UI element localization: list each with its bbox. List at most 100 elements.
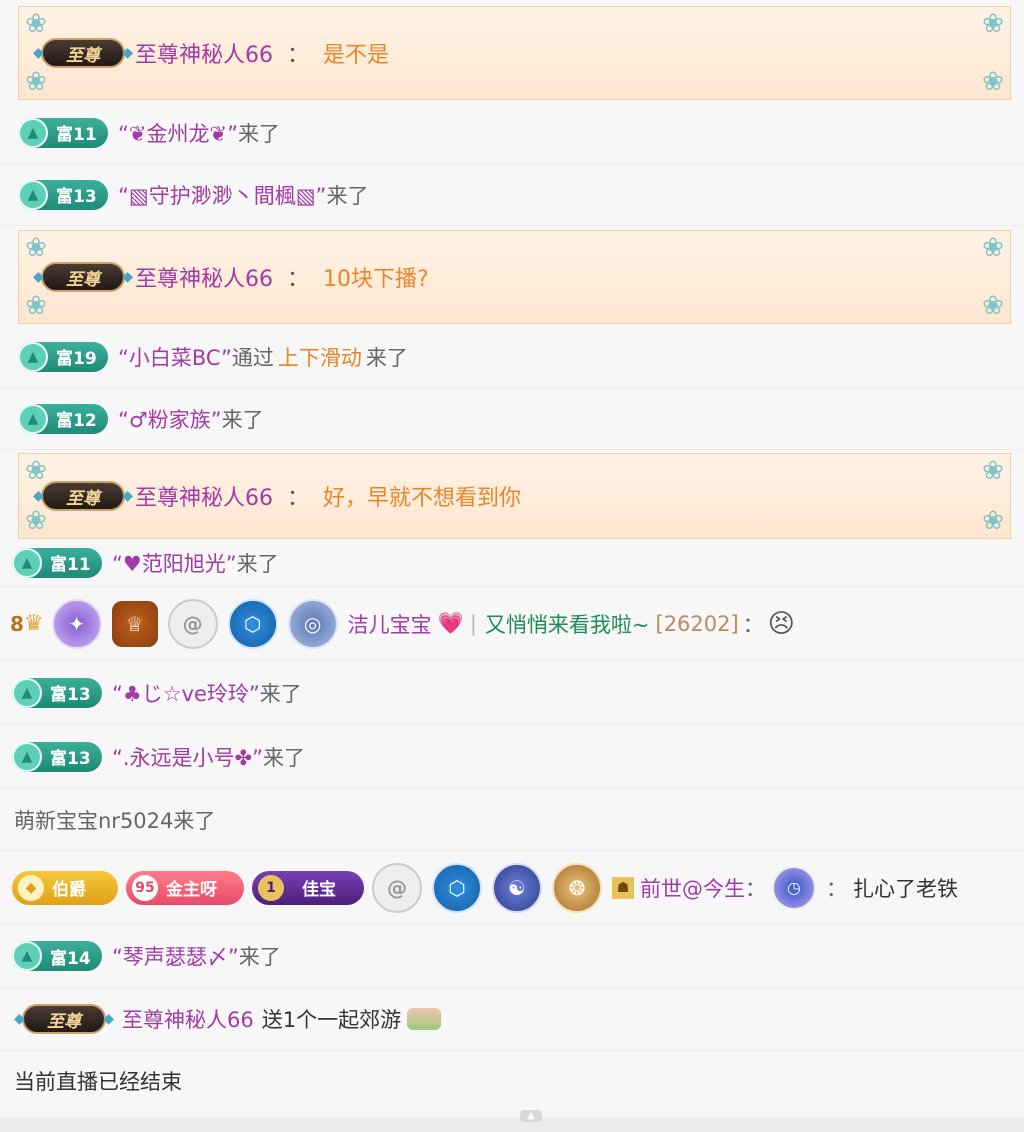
triangle-icon: ▲ bbox=[12, 741, 42, 772]
username[interactable]: “♥范阳旭光” bbox=[112, 548, 237, 578]
triangle-icon: ▲ bbox=[12, 677, 42, 708]
username[interactable]: “▧守护渺渺丶間楓▧” bbox=[118, 180, 326, 210]
wealth-badge: ▲ 富13 bbox=[12, 677, 102, 708]
wealth-badge: ▲ 富13 bbox=[12, 741, 102, 772]
bracket-code: [26202] bbox=[655, 611, 739, 636]
username[interactable]: 至尊神秘人66 bbox=[135, 480, 273, 512]
gift-row: 至尊 至尊神秘人66 送1个一起郊游 bbox=[0, 988, 1024, 1051]
zhizun-badge: 至尊 bbox=[33, 262, 133, 292]
separator: | bbox=[469, 611, 477, 636]
entry-row: ▲ 富19 “小白菜BC” 通过 上下滑动 来了 bbox=[0, 326, 1024, 388]
wealth-badge: ▲ 富13 bbox=[18, 179, 108, 210]
corner-ornament-icon: ❀ bbox=[25, 9, 47, 39]
bojue-badge: ◆ 伯爵 bbox=[12, 870, 118, 905]
system-text: 萌新宝宝nr5024来了 bbox=[14, 808, 216, 833]
corner-ornament-icon: ❀ bbox=[982, 9, 1004, 39]
username[interactable]: 至尊神秘人66 bbox=[122, 1004, 254, 1034]
came-text: 来了 bbox=[221, 407, 264, 432]
via-text: 上下滑动 bbox=[277, 345, 362, 370]
premium-message-2: ❀ ❀ ❀ ❀ 至尊 至尊神秘人66 ： 10块下播? bbox=[18, 230, 1011, 324]
bronze-crown-medal-icon: ♕ bbox=[111, 600, 158, 647]
came-text: 来了 bbox=[236, 551, 279, 576]
corner-ornament-icon: ❀ bbox=[982, 456, 1004, 486]
heart-icon: 💗 bbox=[437, 611, 464, 635]
spiral-medal-icon: @ bbox=[372, 862, 422, 913]
username[interactable]: “琴声瑟瑟〆” bbox=[112, 941, 239, 971]
diamond-icon: ◆ bbox=[18, 874, 44, 901]
username[interactable]: 洁儿宝宝 bbox=[348, 609, 432, 639]
username[interactable]: 至尊神秘人66 bbox=[135, 261, 273, 293]
came-text: 来了 bbox=[237, 121, 280, 146]
entry-row: ▲ 富13 “.永远是小号✤” 来了 bbox=[0, 725, 1024, 789]
message-text: 好，早就不想看到你 bbox=[323, 486, 522, 511]
message-text: 扎心了老铁 bbox=[853, 876, 958, 901]
came-text: 来了 bbox=[259, 681, 302, 706]
emoji-icon: 😣 bbox=[767, 608, 795, 639]
colon: ： bbox=[287, 486, 310, 511]
username[interactable]: “♂粉家族” bbox=[118, 404, 222, 434]
zhizun-badge: 至尊 bbox=[33, 38, 133, 68]
came-text: 来了 bbox=[238, 945, 281, 969]
via-prefix: 通过 bbox=[231, 345, 274, 370]
spiral-medal-icon: @ bbox=[167, 598, 218, 649]
system-text: 当前直播已经结束 bbox=[14, 1070, 182, 1094]
triangle-icon: ▲ bbox=[18, 403, 48, 434]
corner-ornament-icon: ❀ bbox=[982, 506, 1004, 536]
triangle-icon: ▲ bbox=[18, 117, 48, 148]
purple-star-medal-icon: ✦ bbox=[51, 598, 102, 649]
triangle-icon: ▲ bbox=[18, 179, 48, 210]
zhizun-badge: 至尊 bbox=[14, 1004, 114, 1034]
fan-level-badge: 95 金主呀 bbox=[126, 870, 244, 905]
username[interactable]: 前世@今生 bbox=[640, 873, 745, 903]
bottom-bar bbox=[0, 1117, 1024, 1132]
crown-icon: ♛ bbox=[23, 611, 44, 636]
silver-ring-medal-icon: ◎ bbox=[287, 598, 338, 649]
corner-ornament-icon: ❀ bbox=[982, 291, 1004, 321]
colon: ： bbox=[287, 43, 310, 68]
entry-row: ▲ 富13 “▧守护渺渺丶間楓▧” 来了 bbox=[0, 164, 1024, 226]
wealth-badge: ▲ 富11 bbox=[18, 117, 108, 148]
colon: ： bbox=[745, 876, 766, 901]
came-text: 来了 bbox=[326, 183, 369, 208]
group-icon: ☗ bbox=[612, 876, 634, 899]
scroll-up-icon[interactable]: ▲ bbox=[520, 1110, 542, 1122]
wealth-badge: ▲ 富12 bbox=[18, 403, 108, 434]
username[interactable]: “❦金州龙❦” bbox=[118, 118, 238, 148]
colon: ： bbox=[742, 612, 764, 637]
entry-row: ▲ 富12 “♂粉家族” 来了 bbox=[0, 388, 1024, 450]
entry-row: ▲ 富11 “❦金州龙❦” 来了 bbox=[0, 102, 1024, 164]
triangle-icon: ▲ bbox=[12, 547, 42, 578]
username[interactable]: “小白菜BC” bbox=[118, 342, 232, 372]
system-row: 当前直播已经结束 bbox=[0, 1051, 1024, 1111]
chat-row: ◆ 伯爵 95 金主呀 1 佳宝 @ ⬡ ☯ ❂ ☗ 前世@今生 ： ◷ ： 扎… bbox=[0, 851, 1024, 925]
triangle-icon: ▲ bbox=[12, 941, 42, 971]
entry-row: ▲ 富13 “♣じ☆ve玲玲” 来了 bbox=[0, 661, 1024, 725]
colon: ： bbox=[826, 876, 847, 901]
zhizun-badge: 至尊 bbox=[33, 481, 133, 511]
triangle-icon: ▲ bbox=[18, 341, 48, 372]
corner-ornament-icon: ❀ bbox=[25, 67, 47, 97]
premium-message-3: ❀ ❀ ❀ ❀ 至尊 至尊神秘人66 ： 好，早就不想看到你 bbox=[18, 453, 1011, 539]
gold-laurel-medal-icon: ❂ bbox=[552, 862, 602, 913]
username[interactable]: 至尊神秘人66 bbox=[135, 37, 273, 69]
chat-row: 8 ♛ ✦ ♕ @ ⬡ ◎ 洁儿宝宝 💗 | 又悄悄来看我啦~ [26202] … bbox=[0, 587, 1024, 661]
wealth-badge: ▲ 富11 bbox=[12, 547, 102, 578]
entry-row: ▲ 富11 “♥范阳旭光” 来了 bbox=[0, 539, 1024, 587]
colon: ： bbox=[287, 267, 310, 292]
came-text: 来了 bbox=[365, 345, 408, 370]
entry-row: ▲ 富14 “琴声瑟瑟〆” 来了 bbox=[0, 925, 1024, 988]
blue-shield-medal-icon: ⬡ bbox=[227, 598, 278, 649]
username[interactable]: “♣じ☆ve玲玲” bbox=[112, 678, 260, 708]
blue-shield-medal-icon: ⬡ bbox=[432, 862, 482, 913]
message-text: 10块下播? bbox=[323, 267, 429, 292]
gift-text: 送1个一起郊游 bbox=[261, 1008, 402, 1032]
wealth-badge: ▲ 富14 bbox=[12, 941, 102, 971]
corner-ornament-icon: ❀ bbox=[982, 233, 1004, 263]
username[interactable]: “.永远是小号✤” bbox=[112, 742, 263, 772]
corner-ornament-icon: ❀ bbox=[25, 506, 47, 536]
wealth-badge: ▲ 富19 bbox=[18, 341, 108, 372]
system-row: 萌新宝宝nr5024来了 bbox=[0, 789, 1024, 851]
level-number: 8 bbox=[10, 611, 24, 636]
premium-message-1: ❀ ❀ ❀ ❀ 至尊 至尊神秘人66 ： 是不是 bbox=[18, 6, 1011, 100]
number-one-icon: 1 bbox=[258, 874, 284, 901]
